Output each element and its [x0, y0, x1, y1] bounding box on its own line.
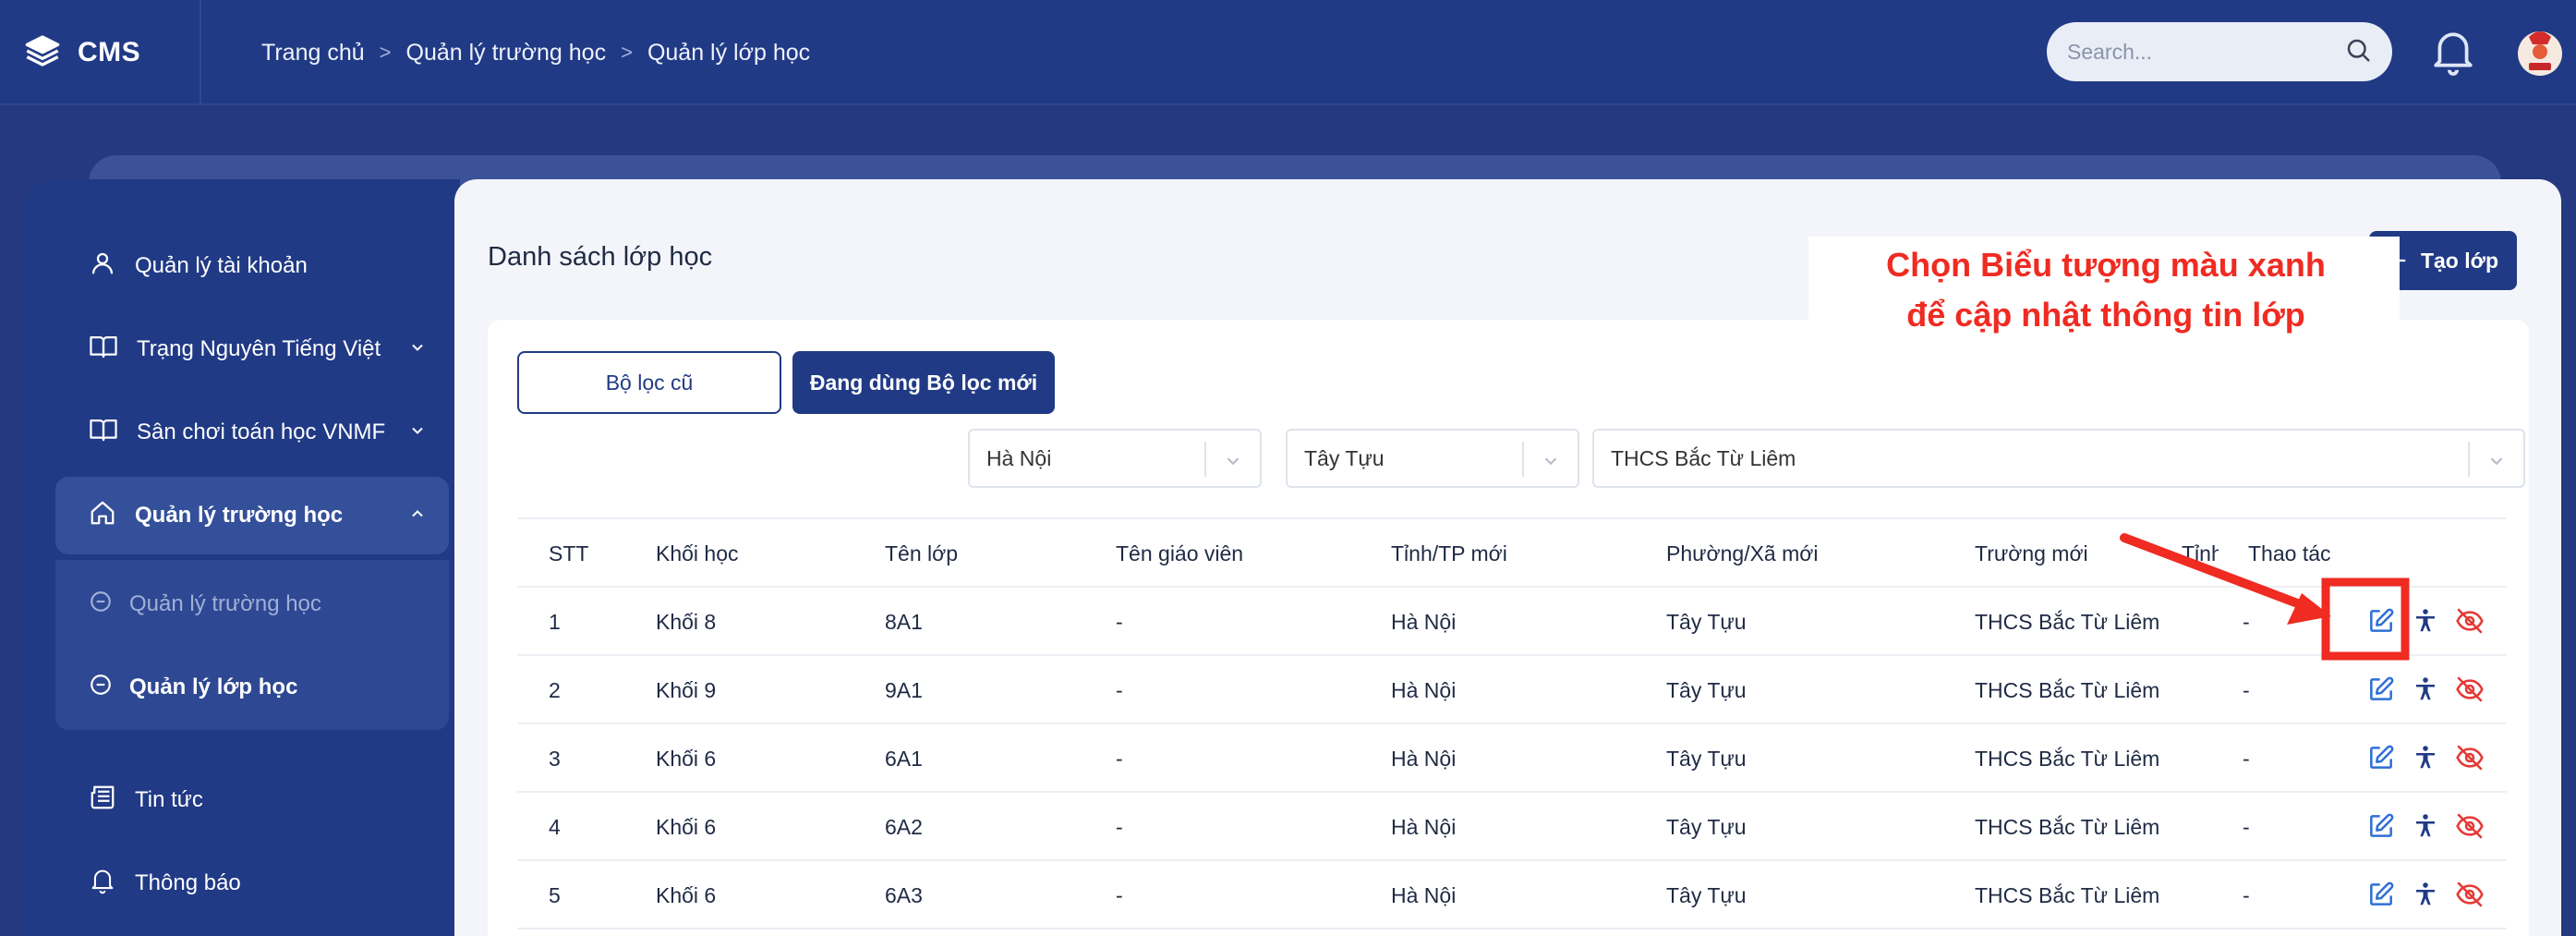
annotation-highlight-box: [2321, 577, 2410, 661]
annotation-overlay: [2120, 533, 2410, 661]
annotation-arrow-line: [2120, 533, 2312, 612]
